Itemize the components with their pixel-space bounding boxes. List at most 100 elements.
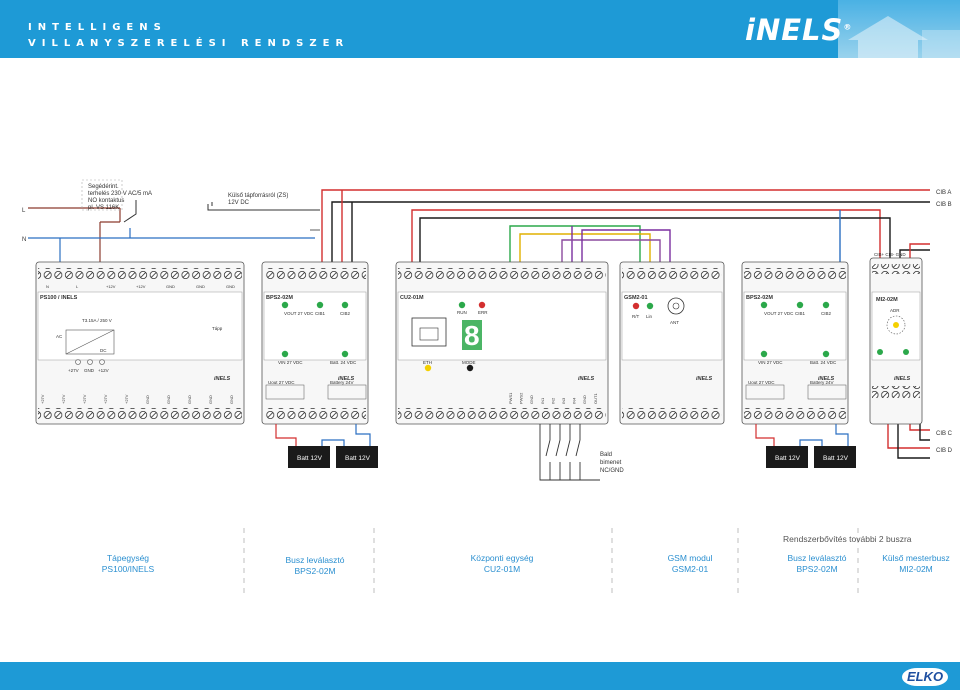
cu2-brand: iNELS	[578, 376, 595, 382]
cu2-err: ERR	[478, 310, 488, 315]
battery-label: Batt 12V	[775, 455, 801, 462]
elko-logo: ELKO	[902, 668, 948, 686]
caption-line-2: MI2-02M	[899, 564, 933, 574]
mi2-top-terminals: CIB+ CIB- GND	[874, 252, 906, 257]
bps-right-brand: iNELS	[818, 376, 835, 382]
inputs-note-2: bimenet	[600, 460, 622, 466]
module-bps-right	[741, 261, 849, 425]
terminal-label: GND	[187, 395, 192, 404]
terminal-label: +27V	[124, 394, 129, 404]
caption-line-2: PS100/INELS	[101, 564, 155, 574]
bps-left-uout: Uout 27 VDC	[268, 380, 295, 385]
footer-bar	[0, 662, 960, 690]
cib-d-label: CIB D	[936, 448, 953, 454]
caption-bps-left: Busz leválasztó BPS2-02M	[270, 555, 360, 577]
terminal-label: GND	[196, 284, 205, 289]
terminal-label: PWS2	[519, 392, 524, 404]
aux-contact-line-2: terhelés 230 V AC/5 mA	[88, 191, 152, 197]
bps-right-batt: Batt. 24 VDC	[810, 360, 837, 365]
terminal-label: GND	[145, 395, 150, 404]
terminal-label: +27V	[103, 394, 108, 404]
inputs-note-3: NC/GND	[600, 468, 624, 474]
terminal-label: +27V	[61, 394, 66, 404]
ps100-ac: AC	[56, 334, 63, 339]
caption-line-1: Busz leválasztó	[285, 555, 345, 565]
terminal-label: IN1	[540, 397, 545, 404]
inels-logo: iNELS®	[745, 13, 853, 47]
terminal-label: GND	[166, 284, 175, 289]
caption-bps-right: Busz leválasztó BPS2-02M	[772, 553, 862, 575]
ps100-fuse: T3.15A / 250 V	[82, 318, 112, 323]
terminal-label: IN2	[550, 397, 555, 404]
bps-right-vout: VOUT 27 VDC	[764, 311, 794, 316]
caption-cu2: Központi egység CU2-01M	[455, 553, 549, 575]
header-photo	[838, 0, 960, 58]
bps-right-cib1: CIB1	[795, 311, 806, 316]
cu2-digit: 8	[464, 320, 480, 351]
gsm-rt: R/T	[632, 314, 640, 319]
caption-line-1: Központi egység	[470, 553, 534, 563]
mi2-brand: iNELS	[894, 376, 911, 382]
cib-b-label: CIB B	[936, 202, 952, 208]
terminal-label: IN4	[572, 397, 577, 404]
bps-left-vout: VOUT 27 VDC	[284, 311, 314, 316]
terminal-label: GND	[529, 395, 534, 404]
input-contacts	[539, 424, 600, 481]
terminal-label: GND	[166, 395, 171, 404]
battery-label: Batt 12V	[345, 455, 371, 462]
terminal-label: PWS1	[508, 392, 513, 404]
caption-gsm: GSM modul GSM2-01	[650, 553, 730, 575]
ps100-out-gnd: GND	[84, 368, 95, 373]
cib-bus-top	[321, 189, 930, 270]
caption-line-1: Külső mesterbusz	[882, 553, 950, 563]
terminal-label: +27V	[82, 394, 87, 404]
cib-a-label: CIB A	[936, 190, 951, 196]
terminal-label: OUT1	[593, 393, 598, 404]
caption-ps100: Tápegység PS100/INELS	[88, 553, 168, 575]
terminal-label: GND	[208, 395, 213, 404]
bps-right-title: BPS2-02M	[746, 295, 773, 301]
terminal-label: IN3	[561, 397, 566, 404]
brand-line-1: INTELLIGENS	[28, 22, 167, 33]
inputs-note-1: Bald	[600, 452, 612, 458]
aux-contact-line-1: Segédérint.	[88, 184, 119, 190]
bps-left-batt: Batt. 24 VDC	[330, 360, 357, 365]
ext-supply-line-1: Külső tápforrásról (ZS)	[228, 193, 288, 199]
ps100-brand: iNELS	[214, 376, 231, 382]
caption-line-2: CU2-01M	[483, 564, 521, 574]
bps-left-brand: iNELS	[338, 376, 355, 382]
caption-line-2: GSM2-01	[671, 564, 709, 574]
bps-right-uout: Uout 27 VDC	[748, 380, 775, 385]
ps100-out-27v: +27V	[68, 368, 79, 373]
gsm-brand: iNELS	[696, 376, 713, 382]
terminal-label: N	[46, 284, 49, 289]
cu2-mode: MODE	[462, 360, 476, 365]
line-n-label: N	[22, 237, 26, 243]
gsm-title: GSM2-01	[624, 295, 648, 301]
terminal-label: GND	[229, 395, 234, 404]
line-l-label: L	[22, 208, 26, 214]
caption-line-1: GSM modul	[667, 553, 713, 563]
mi2-addr: ADR	[890, 308, 900, 313]
cu2-run: RUN	[457, 310, 467, 315]
battery-label: Batt 12V	[297, 455, 323, 462]
mi2-title: MI2-02M	[876, 297, 898, 303]
module-mi2	[869, 257, 923, 425]
caption-line-2: BPS2-02M	[294, 566, 336, 576]
external-supply-wiring	[207, 202, 320, 231]
ps100-title: PS100 / INELS	[40, 295, 78, 301]
cu2-title: CU2-01M	[400, 295, 424, 301]
caption-mi2: Külső mesterbusz MI2-02M	[872, 553, 960, 575]
terminal-label: +27V	[40, 394, 45, 404]
aux-contact-line-4: pl. VS 116K	[88, 205, 119, 211]
caption-line-2: BPS2-02M	[796, 564, 838, 574]
extension-title: Rendszerbővítés további 2 buszra	[783, 534, 912, 544]
bps-left-cib2: CIB2	[340, 311, 351, 316]
terminal-label: GND	[582, 395, 587, 404]
terminal-label: +12V	[136, 284, 146, 289]
module-gsm	[619, 261, 725, 425]
ps100-dc: DC	[100, 348, 107, 353]
house-illustration	[848, 16, 960, 58]
caption-line-1: Tápegység	[106, 553, 150, 563]
ps100-tap: Tápp	[212, 326, 223, 331]
